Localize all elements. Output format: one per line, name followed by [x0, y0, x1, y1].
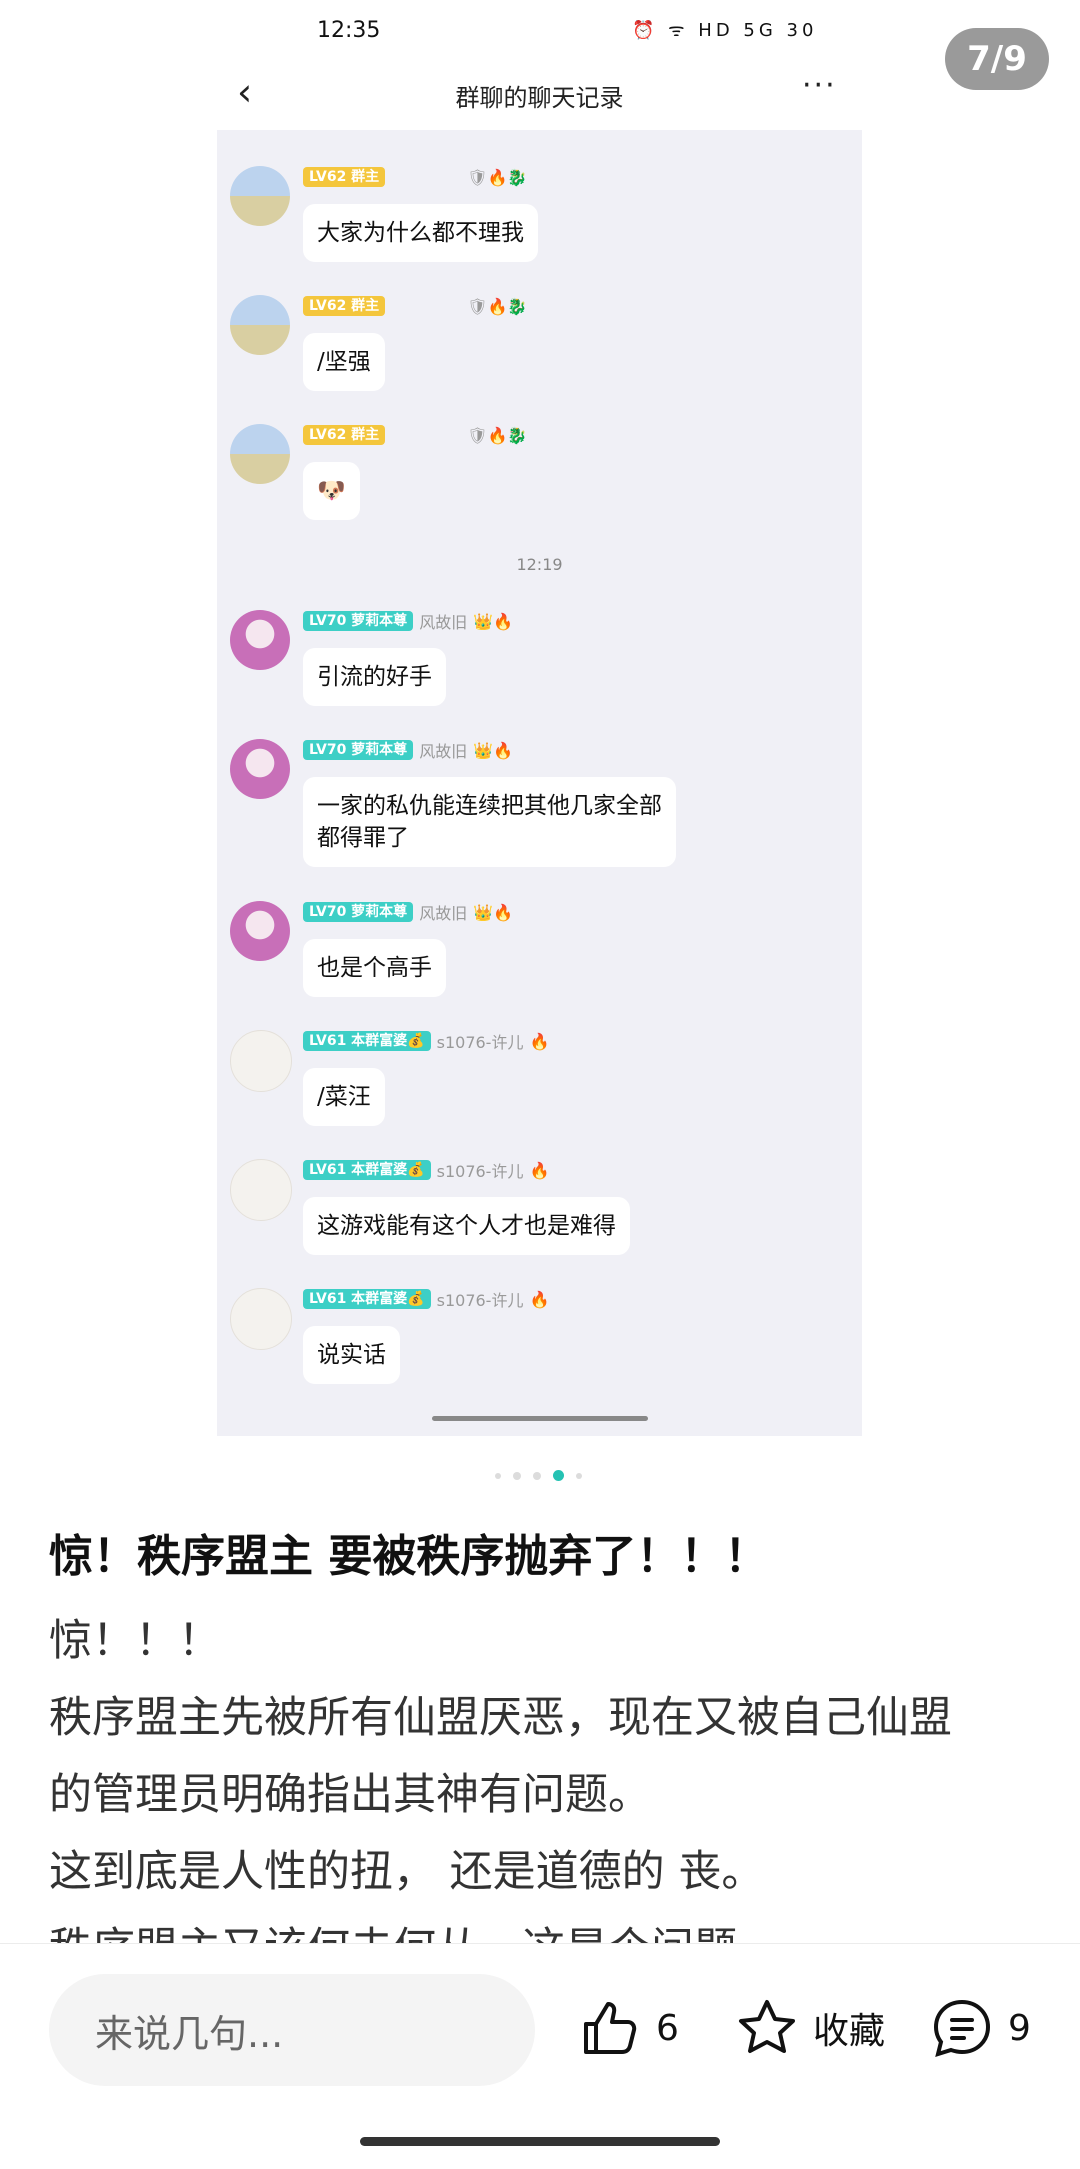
message-bubble: 这游戏能有这个人才也是难得: [303, 1197, 630, 1255]
star-icon: [739, 2000, 795, 2053]
carousel-dot[interactable]: [495, 1472, 501, 1479]
message-bubble: 也是个高手: [303, 939, 446, 997]
badge-icon: 👑🔥: [473, 902, 514, 922]
message-bubble: 一家的私仇能连续把其他几家全部 都得罪了: [303, 777, 676, 867]
time-divider: 12:19: [516, 555, 563, 574]
avatar: [230, 166, 290, 226]
message-bubble: /坚强: [303, 333, 385, 391]
carousel-indicator[interactable]: [495, 1470, 582, 1481]
sender-name: s1076-许儿: [436, 1033, 524, 1052]
badge-icon: 🛡🔥🐉: [467, 425, 528, 445]
comment-button[interactable]: 9: [930, 1996, 1031, 2060]
post-line: 惊！！！: [49, 1616, 221, 1666]
avatar: [230, 295, 290, 355]
post-line: 这到底是人性的扭， 还是道德的 丧。: [49, 1847, 765, 1897]
carousel-dot[interactable]: [576, 1472, 582, 1479]
screenshot-status-bar: 12:35 ⏰ ᯤ HD 5G 30: [217, 0, 862, 60]
page-counter: 7/9: [945, 28, 1049, 90]
avatar: [230, 1159, 292, 1221]
chat-screenshot-image[interactable]: 12:35 ⏰ ᯤ HD 5G 30 ‹ 群聊的聊天记录 ··· LV62 群主…: [217, 0, 862, 1436]
screenshot-home-indicator: [432, 1416, 648, 1421]
badge-icon: 🔥: [529, 1031, 550, 1051]
message-bubble: 大家为什么都不理我: [303, 204, 538, 262]
screenshot-title: 群聊的聊天记录: [455, 84, 624, 112]
bottom-action-bar: 来说几句... 6 收藏 9: [0, 1943, 1080, 2169]
more-icon: ···: [802, 68, 837, 103]
carousel-dot[interactable]: [513, 1471, 521, 1480]
avatar: [230, 1030, 292, 1092]
avatar: [230, 739, 290, 799]
comment-input[interactable]: 来说几句...: [49, 1974, 535, 2086]
post-title: 惊！秩序盟主 要被秩序抛弃了！！！: [49, 1531, 769, 1582]
level-tag: LV70 萝莉本尊: [303, 611, 414, 631]
badge-icon: 🛡🔥🐉: [467, 167, 528, 187]
level-tag: LV61 本群富婆💰: [303, 1160, 431, 1180]
screenshot-header: ‹ 群聊的聊天记录 ···: [217, 60, 862, 130]
badge-icon: 🔥: [529, 1289, 550, 1309]
badge-icon: 👑🔥: [473, 740, 514, 760]
badge-icon: 🛡🔥🐉: [467, 296, 528, 316]
message-bubble: 引流的好手: [303, 648, 446, 706]
like-count: 6: [656, 2007, 679, 2049]
message-text-line: 一家的私仇能连续把其他几家全部: [317, 793, 662, 819]
level-tag: LV62 群主: [303, 167, 386, 187]
screenshot-status-time: 12:35: [317, 18, 381, 43]
carousel-dot[interactable]: [533, 1471, 541, 1480]
message-text-line: 都得罪了: [317, 825, 409, 851]
message-bubble: 🐶: [303, 462, 360, 520]
favorite-button[interactable]: 收藏: [735, 1996, 885, 2060]
post-line: 的管理员明确指出其神有问题。: [49, 1770, 651, 1820]
avatar: [230, 610, 290, 670]
level-tag: LV62 群主: [303, 425, 386, 445]
avatar: [230, 901, 290, 961]
like-button[interactable]: 6: [578, 1996, 679, 2060]
avatar: [230, 424, 290, 484]
thumbs-up-icon: [584, 2002, 637, 2054]
level-tag: LV62 群主: [303, 296, 386, 316]
badge-icon: 🔥: [529, 1160, 550, 1180]
sender-name: 风故旧: [419, 742, 468, 761]
level-tag: LV70 萝莉本尊: [303, 902, 414, 922]
message-bubble: /菜汪: [303, 1068, 385, 1126]
avatar: [230, 1288, 292, 1350]
comment-count: 9: [1008, 2007, 1031, 2049]
comment-icon: [933, 1999, 991, 2057]
sender-name: 风故旧: [419, 613, 468, 632]
home-indicator[interactable]: [360, 2137, 720, 2146]
favorite-label: 收藏: [813, 2011, 886, 2052]
message-bubble: 说实话: [303, 1326, 400, 1384]
screenshot-status-icons: ⏰ ᯤ HD 5G 30: [632, 20, 818, 41]
badge-icon: 👑🔥: [473, 611, 514, 631]
carousel-dot-active[interactable]: [553, 1470, 564, 1481]
sender-name: s1076-许儿: [436, 1291, 524, 1310]
sender-name: 风故旧: [419, 904, 468, 923]
level-tag: LV61 本群富婆💰: [303, 1031, 431, 1051]
level-tag: LV61 本群富婆💰: [303, 1289, 431, 1309]
post-line: 秩序盟主先被所有仙盟厌恶，现在又被自己仙盟: [49, 1693, 952, 1743]
sender-name: s1076-许儿: [436, 1162, 524, 1181]
level-tag: LV70 萝莉本尊: [303, 740, 414, 760]
